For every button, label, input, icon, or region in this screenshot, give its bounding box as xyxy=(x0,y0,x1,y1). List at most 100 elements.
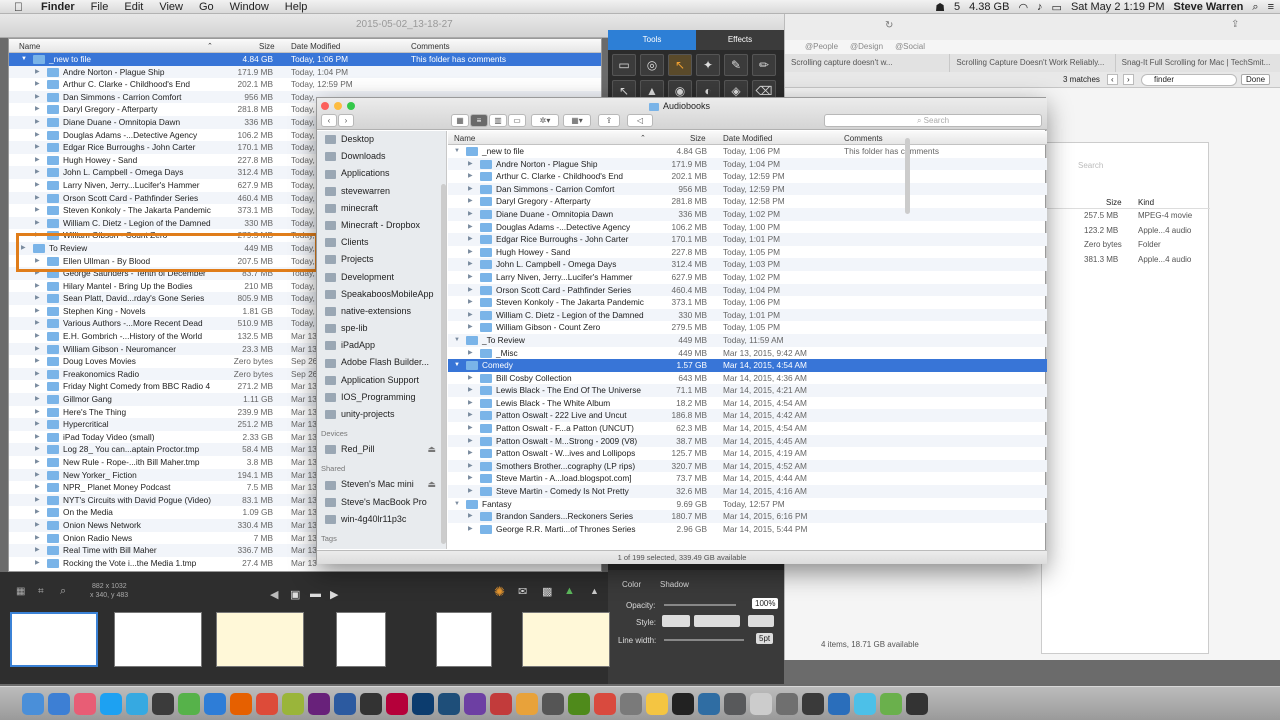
disclosure-triangle-icon[interactable]: ▶ xyxy=(35,456,40,469)
share-icon[interactable]: ⇪ xyxy=(1231,19,1239,30)
disclosure-triangle-icon[interactable]: ▶ xyxy=(35,129,40,142)
tab-tools[interactable]: Tools xyxy=(608,30,696,50)
bookmark-people[interactable]: @People xyxy=(805,42,838,51)
tab-1[interactable]: Scrolling capture doesn't w... xyxy=(785,54,951,72)
dock-app-icon[interactable] xyxy=(126,692,148,715)
disclosure-triangle-icon[interactable]: ▶ xyxy=(35,116,40,129)
disclosure-triangle-icon[interactable]: ▶ xyxy=(35,443,40,456)
line-style-select[interactable] xyxy=(694,615,740,627)
disclosure-triangle-icon[interactable]: ▶ xyxy=(468,510,473,523)
prop-color-label[interactable]: Color xyxy=(622,580,641,589)
list-row[interactable]: ▶ Hugh Howey - Sand 227.8 MB Today, 1:05 PM xyxy=(448,246,1047,259)
sidebar-item[interactable]: Desktop xyxy=(317,131,446,148)
battery-icon[interactable]: ▭ xyxy=(1052,1,1062,14)
disclosure-triangle-icon[interactable]: ▶ xyxy=(35,166,40,179)
disclosure-triangle-icon[interactable]: ▶ xyxy=(35,292,40,305)
tab-3[interactable]: Snag-It Full Scrolling for Mac | TechSmi… xyxy=(1116,54,1280,72)
list-row[interactable]: ▶ Smothers Brother...cography (LP rips) 32… xyxy=(448,459,1047,473)
list-row[interactable]: ▶ Arthur C. Clarke - Childhood's End 202.1… xyxy=(9,78,601,91)
list-row[interactable]: ▶ Bill Cosby Collection 643 MB Mar 14, 2015… xyxy=(448,372,1047,385)
drive-icon[interactable]: ▲ xyxy=(564,585,575,597)
sidebar-item[interactable]: spe-lib xyxy=(317,320,446,337)
tray-grid-icon[interactable]: ▦ xyxy=(16,586,25,597)
menu-window[interactable]: Window xyxy=(222,1,277,13)
dropbox-icon[interactable]: ☗ xyxy=(935,1,945,14)
menu-edit[interactable]: Edit xyxy=(116,1,151,13)
dock-app-icon[interactable] xyxy=(672,692,694,715)
list-row[interactable]: ▶ Brandon Sanders...Reckoners Series 180.7… xyxy=(448,510,1047,523)
tool-button[interactable]: ✦ xyxy=(696,54,720,76)
coverflow-view-button[interactable]: ▭ xyxy=(508,114,526,127)
dock-app-icon[interactable] xyxy=(74,692,96,715)
list-row[interactable]: ▶ Patton Oswalt - M...Strong - 2009 (V8) 3… xyxy=(448,434,1047,448)
list-row[interactable]: ▶ George R.R. Marti...of Thrones Series 2.… xyxy=(448,523,1047,536)
spotlight-icon[interactable]: ⌕ xyxy=(1252,1,1258,14)
list-row[interactable]: ▶ Patton Oswalt - F...a Patton (UNCUT) 62.… xyxy=(448,422,1047,435)
dock-app-icon[interactable] xyxy=(854,692,876,715)
dock-app-icon[interactable] xyxy=(542,692,564,715)
audio-col-size[interactable]: Size xyxy=(690,134,706,143)
sidebar-item[interactable]: Downloads xyxy=(317,148,446,165)
disclosure-triangle-icon[interactable]: ▶ xyxy=(468,321,473,334)
disclosure-triangle-icon[interactable]: ▶ xyxy=(468,208,473,221)
list-row[interactable]: ▶ Larry Niven, Jerry...Lucifer's Hammer 62… xyxy=(448,271,1047,284)
find-input[interactable]: finder xyxy=(1141,74,1237,86)
disclosure-triangle-icon[interactable]: ▼ xyxy=(454,145,460,158)
volume-icon[interactable]: ♪ xyxy=(1037,1,1043,13)
disclosure-triangle-icon[interactable]: ▶ xyxy=(35,91,40,104)
disclosure-triangle-icon[interactable]: ▶ xyxy=(468,258,473,271)
tool-button[interactable]: ✎ xyxy=(724,54,748,76)
tab-2[interactable]: Scrolling Capture Doesn't Work Reliably.… xyxy=(950,54,1116,72)
disclosure-triangle-icon[interactable]: ▶ xyxy=(35,469,40,482)
dock-app-icon[interactable] xyxy=(360,692,382,715)
dock-app-icon[interactable] xyxy=(386,692,408,715)
list-col-date[interactable]: Date Modified xyxy=(291,42,340,51)
audio-col-comments[interactable]: Comments xyxy=(844,134,883,143)
list-row[interactable]: ▶ Arthur C. Clarke - Childhood's End 202.1… xyxy=(448,170,1047,183)
disclosure-triangle-icon[interactable]: ▶ xyxy=(35,103,40,116)
share-button[interactable]: ⇪ xyxy=(598,114,620,127)
disclosure-triangle-icon[interactable]: ▶ xyxy=(35,481,40,494)
disclosure-triangle-icon[interactable]: ▶ xyxy=(35,330,40,343)
menu-finder[interactable]: Finder xyxy=(33,1,83,13)
user-name[interactable]: Steve Warren xyxy=(1174,1,1244,13)
tool-button[interactable]: ◎ xyxy=(640,54,664,76)
disclosure-triangle-icon[interactable]: ▶ xyxy=(468,284,473,297)
list-row[interactable]: ▶ _Misc 449 MB Mar 13, 2015, 9:42 AM xyxy=(448,347,1047,360)
prev-arrow-icon[interactable]: ◀ xyxy=(270,588,278,601)
dock-app-icon[interactable] xyxy=(594,692,616,715)
next-arrow-icon[interactable]: ▶ xyxy=(330,588,338,601)
icon-view-button[interactable]: ▦ xyxy=(451,114,469,127)
audio-scrollbar[interactable] xyxy=(905,138,910,214)
line-width-slider[interactable] xyxy=(664,639,744,641)
disclosure-triangle-icon[interactable]: ▼ xyxy=(21,53,27,66)
sidebar-item[interactable]: Development xyxy=(317,269,446,286)
tab-effects[interactable]: Effects xyxy=(696,30,784,50)
search-input[interactable]: ⌕ Search xyxy=(824,114,1042,127)
disclosure-triangle-icon[interactable]: ▶ xyxy=(35,192,40,205)
prop-shadow-label[interactable]: Shadow xyxy=(660,580,689,589)
end-style-select[interactable] xyxy=(748,615,774,627)
disclosure-triangle-icon[interactable]: ▶ xyxy=(35,557,40,570)
disclosure-triangle-icon[interactable]: ▶ xyxy=(35,380,40,393)
list-row[interactable]: ▼ Comedy 1.57 GB Mar 14, 2015, 4:54 AM xyxy=(448,359,1047,372)
sidebar-item[interactable]: Steve's MacBook Pro xyxy=(317,494,446,511)
disclosure-triangle-icon[interactable]: ▶ xyxy=(468,384,473,397)
dock-app-icon[interactable] xyxy=(308,692,330,715)
list-row[interactable]: ▶ Douglas Adams -...Detective Agency 106.2… xyxy=(448,221,1047,234)
storage-label[interactable]: 4.38 GB xyxy=(969,1,1009,13)
panel-row[interactable]: 257.5 MB MPEG-4 movie xyxy=(1042,211,1210,226)
disclosure-triangle-icon[interactable]: ▼ xyxy=(454,359,460,372)
list-row[interactable]: ▼ _To Review 449 MB Today, 11:59 AM xyxy=(448,333,1047,347)
disclosure-triangle-icon[interactable]: ▶ xyxy=(35,431,40,444)
disclosure-triangle-icon[interactable]: ▶ xyxy=(35,141,40,154)
dock-app-icon[interactable] xyxy=(698,692,720,715)
zoom-icon[interactable]: ⌕ xyxy=(60,585,66,598)
more-outputs-icon[interactable]: ▲ xyxy=(590,586,599,596)
list-row[interactable]: ▶ Steven Konkoly - The Jakarta Pandemic 37… xyxy=(448,296,1047,309)
list-row[interactable]: ▶ Edgar Rice Burroughs - John Carter 170.1… xyxy=(448,233,1047,246)
panel-row[interactable]: Zero bytes Folder xyxy=(1042,240,1210,255)
disclosure-triangle-icon[interactable]: ▶ xyxy=(468,246,473,259)
disclosure-triangle-icon[interactable]: ▶ xyxy=(35,494,40,507)
panel-row[interactable]: 123.2 MB Apple...4 audio xyxy=(1042,226,1210,241)
